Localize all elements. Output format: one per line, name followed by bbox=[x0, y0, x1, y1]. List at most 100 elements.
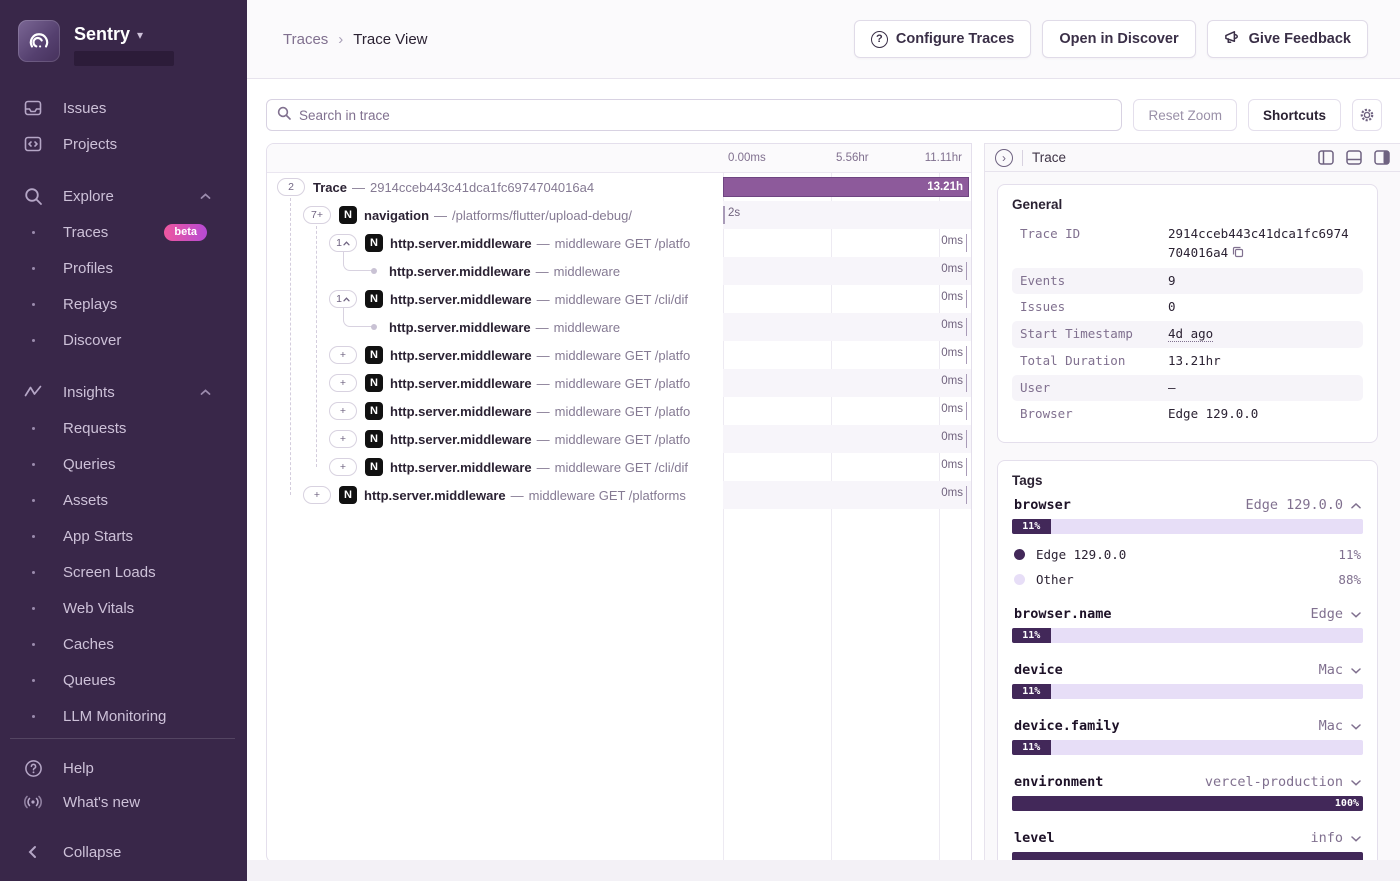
org-name-redacted bbox=[74, 51, 174, 66]
span-row[interactable]: 0ms1Nhttp.server.middleware—middleware G… bbox=[267, 285, 971, 313]
span-row[interactable]: 0ms1Nhttp.server.middleware—middleware G… bbox=[267, 229, 971, 257]
tag-legend-row[interactable]: Edge 129.0.011% bbox=[1014, 547, 1361, 562]
span-bar bbox=[966, 486, 968, 504]
span-row[interactable]: 0ms+Nhttp.server.middleware—middleware G… bbox=[267, 369, 971, 397]
span-row[interactable]: 13.21h2Trace—2914cceb443c41dca1fc6974704… bbox=[267, 173, 971, 201]
span-row[interactable]: 0ms+Nhttp.server.middleware—middleware G… bbox=[267, 425, 971, 453]
bullet-icon bbox=[22, 303, 44, 306]
org-switcher[interactable]: Sentry▾ bbox=[0, 14, 247, 68]
nextjs-icon: N bbox=[365, 374, 383, 392]
expand-children-pill[interactable]: + bbox=[329, 346, 357, 364]
expand-children-pill[interactable]: + bbox=[303, 486, 331, 504]
button-label: Configure Traces bbox=[896, 31, 1014, 47]
expand-children-pill[interactable]: 2 bbox=[277, 178, 305, 196]
tag-header[interactable]: browser.nameEdge bbox=[1012, 606, 1363, 628]
settings-gear-button[interactable] bbox=[1352, 99, 1382, 131]
span-duration-label: 0ms bbox=[941, 235, 963, 247]
shortcuts-button[interactable]: Shortcuts bbox=[1248, 99, 1341, 131]
sidebar-nav: IssuesProjectsExploreTracesbetaProfilesR… bbox=[0, 90, 247, 728]
sidebar-item-profiles[interactable]: Profiles bbox=[0, 250, 247, 286]
general-key: User bbox=[1020, 379, 1168, 398]
trace-duration-bar[interactable]: 13.21h bbox=[723, 177, 969, 197]
span-row[interactable]: 0ms+Nhttp.server.middleware—middleware G… bbox=[267, 481, 971, 509]
legend-label: Other bbox=[1036, 572, 1338, 587]
expand-children-pill[interactable]: + bbox=[329, 402, 357, 420]
tag-legend-row[interactable]: Other88% bbox=[1014, 572, 1361, 587]
sidebar-item-issues[interactable]: Issues bbox=[0, 90, 247, 126]
sidebar-item-llm-monitoring[interactable]: LLM Monitoring bbox=[0, 698, 247, 728]
tag-distribution-bar[interactable]: 11% bbox=[1012, 519, 1363, 534]
search-input[interactable] bbox=[299, 108, 1111, 123]
give-feedback-button[interactable]: Give Feedback bbox=[1207, 20, 1368, 58]
tag-header[interactable]: environmentvercel-production bbox=[1012, 774, 1363, 796]
search-box[interactable] bbox=[266, 99, 1122, 131]
expand-children-pill[interactable]: 7+ bbox=[303, 206, 331, 224]
chevron-down-icon[interactable] bbox=[1351, 664, 1361, 677]
chevron-down-icon[interactable] bbox=[1351, 776, 1361, 789]
sidebar-item-label: Web Vitals bbox=[63, 600, 233, 617]
collapse-panel-icon[interactable]: › bbox=[995, 149, 1013, 167]
sidebar-item-insights[interactable]: Insights bbox=[0, 374, 247, 410]
chevron-up-icon[interactable] bbox=[1351, 499, 1361, 512]
tag-header[interactable]: device.familyMac bbox=[1012, 718, 1363, 740]
timestamp-value[interactable]: 4d ago bbox=[1168, 326, 1213, 342]
copy-icon[interactable] bbox=[1232, 245, 1244, 264]
chevron-down-icon[interactable] bbox=[1351, 608, 1361, 621]
sidebar-collapse-button[interactable]: Collapse bbox=[0, 835, 247, 869]
tag-header[interactable]: browserEdge 129.0.0 bbox=[1012, 497, 1363, 519]
span-row[interactable]: 2s7+Nnavigation—/platforms/flutter/uploa… bbox=[267, 201, 971, 229]
span-op-name: Trace bbox=[313, 180, 347, 195]
expand-children-pill[interactable]: 1 bbox=[329, 290, 357, 308]
span-timeline-cell: 0ms bbox=[723, 229, 971, 257]
span-tree: 13.21h2Trace—2914cceb443c41dca1fc6974704… bbox=[267, 173, 971, 509]
span-timeline-cell: 13.21h bbox=[723, 173, 971, 201]
sidebar-item-app-starts[interactable]: App Starts bbox=[0, 518, 247, 554]
sidebar-item-queues[interactable]: Queues bbox=[0, 662, 247, 698]
chevron-down-icon[interactable] bbox=[1351, 720, 1361, 733]
sidebar-item-help[interactable]: Help bbox=[0, 751, 247, 785]
span-row[interactable]: 0mshttp.server.middleware—middleware bbox=[267, 257, 971, 285]
sidebar-item-discover[interactable]: Discover bbox=[0, 322, 247, 358]
sidebar-item-assets[interactable]: Assets bbox=[0, 482, 247, 518]
expand-children-pill[interactable]: + bbox=[329, 458, 357, 476]
open-in-discover-button[interactable]: Open in Discover bbox=[1042, 20, 1195, 58]
tag-distribution-bar[interactable] bbox=[1012, 852, 1363, 860]
span-timeline-cell: 0ms bbox=[723, 453, 971, 481]
sidebar-item-caches[interactable]: Caches bbox=[0, 626, 247, 662]
sidebar-item-whats-new[interactable]: What's new bbox=[0, 785, 247, 819]
span-description: middleware GET /platfo bbox=[555, 376, 691, 391]
span-row[interactable]: 0mshttp.server.middleware—middleware bbox=[267, 313, 971, 341]
sidebar-item-explore[interactable]: Explore bbox=[0, 178, 247, 214]
expand-children-pill[interactable]: 1 bbox=[329, 234, 357, 252]
span-row[interactable]: 0ms+Nhttp.server.middleware—middleware G… bbox=[267, 453, 971, 481]
tag-distribution-bar[interactable]: 100% bbox=[1012, 796, 1363, 811]
span-row-content: http.server.middleware—middleware bbox=[267, 313, 723, 341]
sidebar-item-queries[interactable]: Queries bbox=[0, 446, 247, 482]
sidebar-item-projects[interactable]: Projects bbox=[0, 126, 247, 162]
breadcrumb-traces[interactable]: Traces bbox=[283, 31, 328, 48]
sidebar-item-screen-loads[interactable]: Screen Loads bbox=[0, 554, 247, 590]
tag-distribution-bar[interactable]: 11% bbox=[1012, 740, 1363, 755]
separator: — bbox=[537, 292, 550, 307]
tag-header[interactable]: deviceMac bbox=[1012, 662, 1363, 684]
tag-distribution-bar[interactable]: 11% bbox=[1012, 628, 1363, 643]
expand-children-pill[interactable]: + bbox=[329, 430, 357, 448]
span-row[interactable]: 0ms+Nhttp.server.middleware—middleware G… bbox=[267, 397, 971, 425]
reset-zoom-button[interactable]: Reset Zoom bbox=[1133, 99, 1237, 131]
tag-bar-segment: 11% bbox=[1012, 684, 1051, 699]
tag-distribution-bar[interactable]: 11% bbox=[1012, 684, 1363, 699]
sidebar-item-traces[interactable]: Tracesbeta bbox=[0, 214, 247, 250]
span-row[interactable]: 0ms+Nhttp.server.middleware—middleware G… bbox=[267, 341, 971, 369]
separator: — bbox=[537, 236, 550, 251]
configure-traces-button[interactable]: ? Configure Traces bbox=[854, 20, 1031, 58]
dock-right-icon[interactable] bbox=[1374, 150, 1390, 165]
expand-children-pill[interactable]: + bbox=[329, 374, 357, 392]
sidebar-item-replays[interactable]: Replays bbox=[0, 286, 247, 322]
chevron-down-icon[interactable] bbox=[1351, 832, 1361, 845]
sidebar-item-web-vitals[interactable]: Web Vitals bbox=[0, 590, 247, 626]
tag-header[interactable]: levelinfo bbox=[1012, 830, 1363, 852]
sidebar-item-label: Requests bbox=[63, 420, 233, 437]
dock-left-icon[interactable] bbox=[1318, 150, 1334, 165]
dock-bottom-icon[interactable] bbox=[1346, 150, 1362, 165]
sidebar-item-requests[interactable]: Requests bbox=[0, 410, 247, 446]
